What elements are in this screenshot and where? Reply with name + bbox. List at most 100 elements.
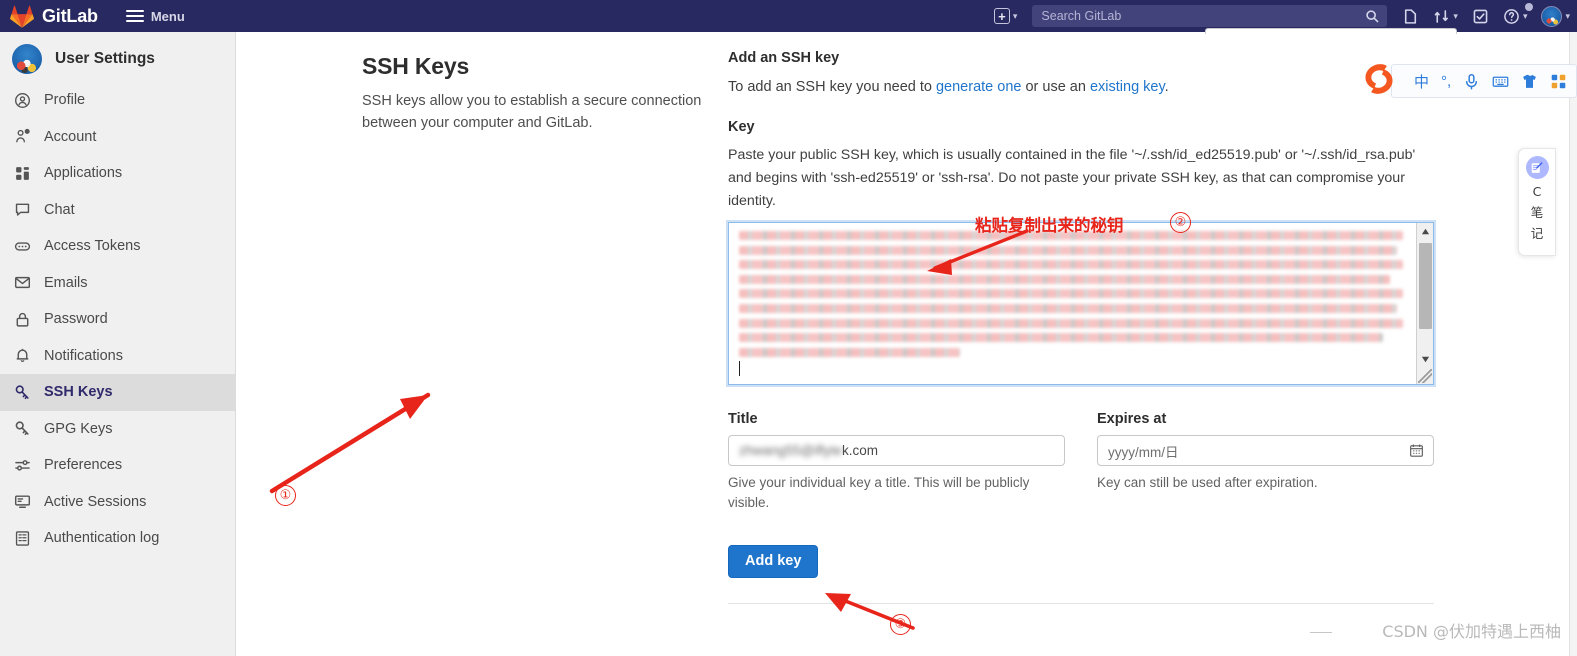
merge-request-icon: [1435, 9, 1449, 23]
account-gear-icon: [16, 129, 30, 143]
sidebar-title: User Settings: [55, 50, 155, 67]
text-cursor: [739, 361, 740, 376]
search-input[interactable]: [1032, 9, 1366, 23]
sidebar-item-chat[interactable]: Chat: [0, 192, 235, 229]
key-icon: [15, 385, 29, 399]
sidebar-item-label: GPG Keys: [44, 420, 113, 437]
annotation-marker-2: ②: [1170, 212, 1191, 233]
sidebar-item-label: Account: [44, 128, 97, 145]
textarea-scrollbar[interactable]: [1416, 223, 1433, 384]
intro-prefix: To add an SSH key you need to: [728, 79, 936, 95]
form-section-title: Add an SSH key: [728, 50, 840, 66]
intro-suffix: .: [1164, 79, 1169, 95]
sidebar-item-preferences[interactable]: Preferences: [0, 447, 235, 484]
gitlab-wordmark: GitLab: [42, 5, 98, 26]
sidebar-item-applications[interactable]: Applications: [0, 155, 235, 192]
gitlab-logo[interactable]: GitLab: [0, 5, 98, 28]
search-icon: [1365, 9, 1379, 23]
page-description: SSH keys allow you to establish a secure…: [362, 93, 702, 131]
add-ssh-key-form: Add an SSH key To add an SSH key you nee…: [728, 50, 1434, 604]
sogou-s-logo[interactable]: [1358, 58, 1400, 100]
sidebar-item-ssh-keys[interactable]: SSH Keys: [0, 374, 235, 411]
key-field-label: Key: [728, 119, 755, 135]
sidebar-item-label: Profile: [44, 92, 86, 109]
scroll-up-arrow[interactable]: [1417, 223, 1434, 240]
chevron-down-icon: ▾: [1012, 10, 1018, 21]
sidebar-item-active-sessions[interactable]: Active Sessions: [0, 484, 235, 521]
sidebar-item-gpg-keys[interactable]: GPG Keys: [0, 411, 235, 448]
expires-field-help: Key can still be used after expiration.: [1097, 475, 1318, 490]
sidebar-item-emails[interactable]: Emails: [0, 265, 235, 302]
form-intro-text: To add an SSH key you need to generate o…: [728, 79, 1434, 95]
ssh-key-content-blurred: [729, 223, 1416, 384]
soft-keyboard-icon[interactable]: [1492, 73, 1509, 90]
help-button[interactable]: ▾: [1496, 0, 1535, 32]
apps-grid-icon[interactable]: [1550, 73, 1567, 90]
sidebar-item-label: Notifications: [44, 347, 123, 364]
sidebar-item-password[interactable]: Password: [0, 301, 235, 338]
help-question-icon: [1504, 8, 1519, 24]
scroll-down-arrow[interactable]: [1417, 351, 1434, 368]
sidebar-item-label: Authentication log: [44, 530, 160, 547]
csdn-note-widget[interactable]: C 笔 记: [1518, 148, 1556, 256]
browser-tab-strip-fragment: [1205, 28, 1457, 34]
title-input-value-blurred: zhwang55@iflyte: [739, 443, 843, 458]
menu-label: Menu: [150, 8, 185, 24]
ssh-key-textarea[interactable]: [728, 222, 1434, 385]
existing-key-link[interactable]: existing key: [1090, 79, 1165, 95]
create-new-button[interactable]: + ▾: [987, 0, 1025, 32]
title-input[interactable]: zhwang55@iflyte k.com: [728, 435, 1065, 466]
ssh-keys-intro-column: SSH Keys SSH keys allow you to establish…: [362, 53, 702, 135]
sidebar-item-label: Active Sessions: [44, 493, 147, 510]
watermark-dash: [1310, 632, 1332, 633]
add-key-button[interactable]: Add key: [728, 544, 819, 578]
chinese-mode-toggle[interactable]: 中: [1414, 71, 1429, 92]
hamburger-icon: [125, 10, 144, 22]
avatar: [1541, 5, 1563, 27]
sidebar-item-label: Password: [44, 311, 108, 328]
sidebar-item-label: Applications: [44, 165, 123, 182]
user-menu-button[interactable]: ▾: [1534, 0, 1577, 32]
main-content: SSH Keys SSH keys allow you to establish…: [236, 32, 1577, 656]
sidebar-item-label: Emails: [44, 274, 88, 291]
microphone-icon[interactable]: [1463, 73, 1480, 90]
expires-date-input[interactable]: yyyy/mm/日: [1097, 435, 1434, 466]
scrollbar-thumb[interactable]: [1418, 243, 1432, 329]
generate-one-link[interactable]: generate one: [936, 79, 1021, 95]
bell-icon: [16, 349, 29, 363]
sidebar-item-notifications[interactable]: Notifications: [0, 338, 235, 375]
csdn-watermark: CSDN @伏加特遇上西柚: [1382, 622, 1561, 641]
sidebar-item-label: Chat: [44, 201, 75, 218]
note-widget-line-1: C: [1532, 184, 1542, 199]
punctuation-toggle[interactable]: °,: [1441, 73, 1451, 90]
key-icon: [15, 421, 29, 436]
log-list-icon: [15, 530, 30, 546]
notification-dot: [1525, 3, 1534, 11]
calendar-icon[interactable]: [1409, 443, 1424, 458]
envelope-icon: [14, 277, 31, 289]
profile-icon: [15, 92, 30, 108]
sidebar-item-account[interactable]: Account: [0, 119, 235, 156]
title-field-help: Give your individual key a title. This w…: [728, 475, 1030, 511]
chevron-down-icon: ▾: [1522, 10, 1528, 21]
issues-icon: [1405, 8, 1417, 24]
skin-shirt-icon[interactable]: [1521, 73, 1538, 90]
todos-button[interactable]: [1465, 0, 1496, 32]
annotation-marker-1: ①: [275, 485, 296, 506]
section-divider: [728, 602, 1434, 604]
sidebar-item-label: Preferences: [44, 457, 123, 474]
main-menu-button[interactable]: Menu: [125, 8, 185, 24]
access-token-icon: [14, 242, 31, 251]
textarea-resize-grip[interactable]: [1418, 369, 1432, 383]
sidebar-item-authentication-log[interactable]: Authentication log: [0, 520, 235, 557]
expires-field-label: Expires at: [1097, 411, 1167, 427]
sidebar-item-profile[interactable]: Profile: [0, 82, 235, 119]
sidebar-item-access-tokens[interactable]: Access Tokens: [0, 228, 235, 265]
note-widget-line-3: 记: [1530, 226, 1544, 241]
gitlab-fox-icon: [10, 5, 34, 28]
expires-field-group: Expires at yyyy/mm/日 Key can still be us…: [1097, 411, 1434, 514]
sliders-icon: [15, 459, 30, 471]
search-bar[interactable]: [1032, 5, 1388, 27]
sidebar-header: User Settings: [0, 38, 235, 82]
gitlab-ssh-keys-page: GitLab Menu + ▾ Search GitLab ▾ ▾ ▾ User…: [0, 0, 1577, 656]
